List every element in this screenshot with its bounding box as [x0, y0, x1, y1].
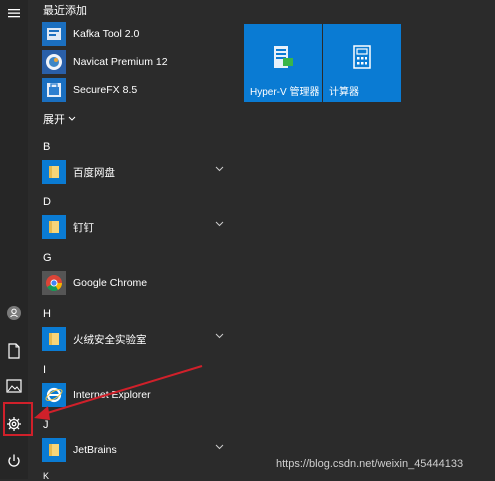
- annotation-arrow: [34, 365, 203, 420]
- watermark-text: https://blog.csdn.net/weixin_45444133: [276, 458, 464, 470]
